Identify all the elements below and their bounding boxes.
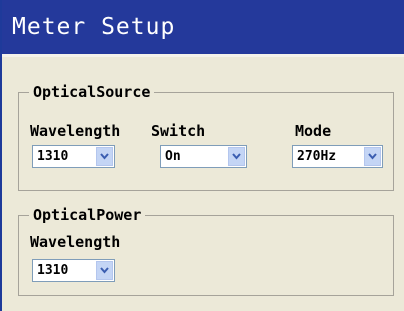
power-wavelength-value: 1310 [37, 263, 69, 278]
window-title: Meter Setup [12, 14, 176, 40]
source-wavelength-dropdown-button[interactable] [96, 147, 113, 166]
source-mode-dropdown-button[interactable] [364, 147, 381, 166]
source-mode-select[interactable]: 270Hz [292, 145, 383, 168]
chevron-down-icon [100, 153, 109, 160]
source-wavelength-label: Wavelength [30, 122, 121, 140]
power-wavelength-label: Wavelength [30, 233, 121, 251]
source-mode-value: 270Hz [297, 149, 337, 164]
chevron-down-icon [368, 153, 377, 160]
meter-setup-window: Meter Setup OpticalSource Wavelength Swi… [0, 0, 404, 311]
power-wavelength-dropdown-button[interactable] [96, 261, 113, 280]
source-switch-label: Switch [151, 122, 206, 140]
power-wavelength-select[interactable]: 1310 [32, 259, 115, 282]
source-switch-select[interactable]: On [160, 145, 247, 168]
chevron-down-icon [232, 153, 241, 160]
title-bar: Meter Setup [2, 0, 404, 57]
source-switch-value: On [165, 149, 181, 164]
chevron-down-icon [100, 267, 109, 274]
optical-power-group-label: OpticalPower [29, 206, 146, 224]
source-wavelength-value: 1310 [37, 149, 69, 164]
source-wavelength-select[interactable]: 1310 [32, 145, 115, 168]
optical-source-group-label: OpticalSource [29, 83, 155, 101]
optical-power-group: OpticalPower Wavelength 1310 [18, 206, 394, 296]
optical-source-group: OpticalSource Wavelength Switch Mode 131… [18, 83, 394, 191]
source-mode-label: Mode [295, 122, 332, 140]
source-switch-dropdown-button[interactable] [228, 147, 245, 166]
